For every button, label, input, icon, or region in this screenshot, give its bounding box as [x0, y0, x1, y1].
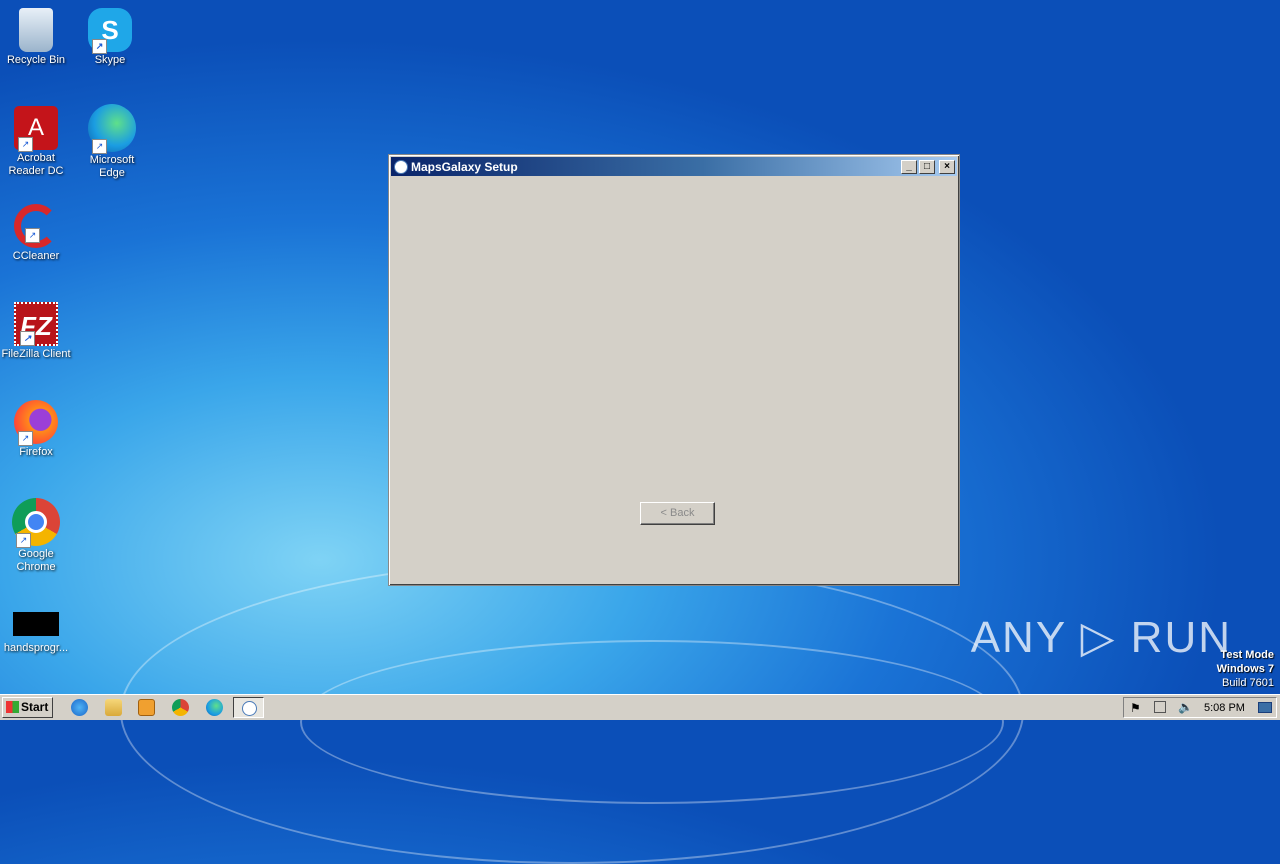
os-name-line: Windows 7 — [1216, 663, 1274, 675]
maximize-button[interactable]: □ — [919, 159, 935, 174]
volume-icon[interactable]: 🔈 — [1178, 700, 1193, 714]
desktop-icon-label: Google Chrome — [16, 548, 56, 573]
desktop-icon-skype[interactable]: S ↗ Skype — [74, 8, 146, 67]
skype-icon: S ↗ — [88, 8, 132, 54]
clock[interactable]: 5:08 PM — [1204, 702, 1245, 714]
edge-icon: ↗ — [88, 104, 136, 154]
desktop-icon-firefox[interactable]: ↗ Firefox — [0, 400, 72, 459]
desktop-icon-acrobat[interactable]: A ↗ Acrobat Reader DC — [0, 106, 72, 178]
edge-taskbar-icon[interactable] — [206, 699, 223, 716]
test-mode-line: Test Mode — [1220, 649, 1274, 661]
system-tray: ⚑ 🔈 5:08 PM — [1123, 697, 1277, 718]
window-title: MapsGalaxy Setup — [411, 159, 518, 174]
show-desktop-icon[interactable] — [1258, 702, 1272, 713]
start-button[interactable]: Start — [2, 697, 53, 718]
desktop-icon-label: CCleaner — [12, 250, 60, 262]
chrome-taskbar-icon[interactable] — [172, 699, 189, 716]
taskbar: Start ⚑ 🔈 5:08 PM — [0, 694, 1280, 720]
filezilla-icon: FZ ↗ — [14, 302, 58, 346]
media-player-icon[interactable] — [138, 699, 155, 716]
desktop-icon-label: handsprogr... — [3, 642, 69, 654]
minimize-button[interactable]: _ — [901, 159, 917, 174]
flag-icon[interactable]: ⚑ — [1130, 701, 1141, 715]
test-mode-text: Test Mode Windows 7 Build 7601 — [1217, 648, 1274, 690]
desktop-icon-label: FileZilla Client — [1, 348, 71, 360]
ccleaner-icon: ↗ — [14, 204, 58, 248]
desktop-icon-label: Microsoft Edge — [89, 154, 135, 179]
wallpaper-swoosh — [300, 640, 1004, 804]
build-line: Build 7601 — [1222, 677, 1274, 689]
firefox-icon: ↗ — [14, 400, 58, 446]
file-explorer-icon[interactable] — [105, 699, 122, 716]
desktop-icon-chrome[interactable]: ↗ Google Chrome — [0, 498, 72, 574]
network-icon[interactable] — [1154, 701, 1166, 713]
anyrun-watermark: ANY ▷ RUN — [970, 613, 1232, 662]
chrome-icon: ↗ — [12, 498, 60, 548]
start-label: Start — [21, 700, 49, 714]
ie-icon[interactable] — [71, 699, 88, 716]
setup-app-icon — [242, 701, 257, 716]
setup-taskbar-button[interactable] — [233, 697, 264, 718]
desktop-icon-edge[interactable]: ↗ Microsoft Edge — [76, 104, 148, 180]
desktop-icon-ccleaner[interactable]: ↗ CCleaner — [0, 204, 72, 263]
desktop-icon-recycle-bin[interactable]: Recycle Bin — [0, 8, 72, 67]
desktop-icon-label: Skype — [94, 54, 126, 66]
setup-window[interactable]: MapsGalaxy Setup _ □ × < Back — [388, 154, 960, 586]
desktop-icon-label: Firefox — [19, 446, 53, 458]
close-button[interactable]: × — [939, 159, 955, 174]
desktop-icon-filezilla[interactable]: FZ ↗ FileZilla Client — [0, 302, 72, 361]
back-button[interactable]: < Back — [640, 502, 715, 525]
desktop-icon-label: Acrobat Reader DC — [8, 152, 64, 177]
desktop-icon-label: Recycle Bin — [6, 54, 66, 66]
setup-app-icon — [394, 159, 408, 174]
windows-flag-icon — [6, 701, 19, 713]
recycle-bin-icon — [19, 8, 53, 52]
acrobat-icon: A ↗ — [14, 106, 58, 152]
black-file-icon — [13, 612, 59, 636]
desktop-icon-handsprogram[interactable]: handsprogr... — [0, 612, 72, 655]
window-titlebar[interactable]: MapsGalaxy Setup _ □ × — [391, 157, 957, 176]
